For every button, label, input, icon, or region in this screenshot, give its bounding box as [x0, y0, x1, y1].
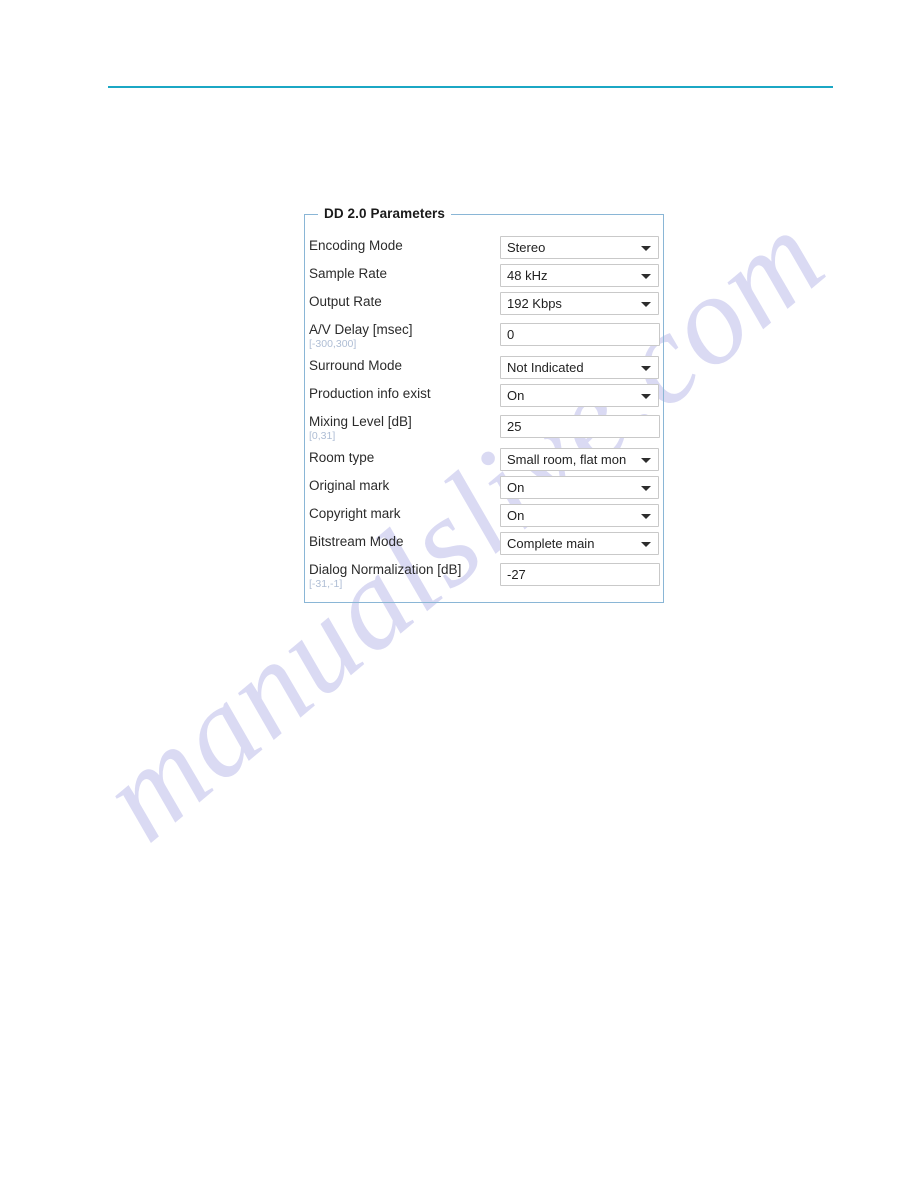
value-sample-rate: 48 kHz: [507, 268, 548, 283]
select-production-info-exist[interactable]: On: [500, 384, 659, 407]
range-hint-av-delay: [-300,300]: [309, 338, 357, 350]
select-encoding-mode[interactable]: Stereo: [500, 236, 659, 259]
chevron-down-icon[interactable]: [641, 302, 651, 307]
input-dialog-normalization[interactable]: -27: [500, 563, 660, 586]
range-hint-mixing-level: [0,31]: [309, 430, 336, 442]
value-dialog-normalization: -27: [507, 567, 526, 582]
parameter-row-output-rate: Output Rate 192 Kbps: [305, 292, 663, 321]
label-bitstream-mode: Bitstream Mode: [309, 534, 404, 549]
chevron-down-icon[interactable]: [641, 274, 651, 279]
value-output-rate: 192 Kbps: [507, 296, 562, 311]
label-dialog-normalization: Dialog Normalization [dB]: [309, 562, 462, 577]
label-output-rate: Output Rate: [309, 294, 382, 309]
parameter-row-encoding-mode: Encoding Mode Stereo: [305, 236, 663, 265]
chevron-down-icon[interactable]: [641, 542, 651, 547]
value-production-info-exist: On: [507, 388, 525, 403]
parameter-row-copyright-mark: Copyright mark On: [305, 504, 663, 533]
label-copyright-mark: Copyright mark: [309, 506, 401, 521]
label-encoding-mode: Encoding Mode: [309, 238, 403, 253]
panel-legend: DD 2.0 Parameters: [318, 206, 452, 221]
select-sample-rate[interactable]: 48 kHz: [500, 264, 659, 287]
chevron-down-icon[interactable]: [641, 366, 651, 371]
input-av-delay[interactable]: 0: [500, 323, 660, 346]
dd-parameters-panel: DD 2.0 Parameters Encoding Mode Stereo Sam…: [304, 206, 664, 603]
label-production-info-exist: Production info exist: [309, 386, 431, 401]
label-room-type: Room type: [309, 450, 375, 465]
value-copyright-mark: On: [507, 508, 525, 523]
label-sample-rate: Sample Rate: [309, 266, 388, 281]
value-room-type: Small room, flat mon: [507, 452, 627, 467]
select-room-type[interactable]: Small room, flat mon: [500, 448, 659, 471]
select-copyright-mark[interactable]: On: [500, 504, 659, 527]
chevron-down-icon[interactable]: [641, 514, 651, 519]
select-surround-mode[interactable]: Not Indicated: [500, 356, 659, 379]
value-mixing-level: 25: [507, 419, 522, 434]
select-bitstream-mode[interactable]: Complete main: [500, 532, 659, 555]
value-av-delay: 0: [507, 327, 515, 342]
header-rule: [108, 86, 833, 88]
label-av-delay: A/V Delay [msec]: [309, 322, 413, 337]
select-output-rate[interactable]: 192 Kbps: [500, 292, 659, 315]
value-bitstream-mode: Complete main: [507, 536, 595, 551]
parameter-row-bitstream-mode: Bitstream Mode Complete main: [305, 532, 663, 561]
chevron-down-icon[interactable]: [641, 486, 651, 491]
chevron-down-icon[interactable]: [641, 246, 651, 251]
parameter-row-original-mark: Original mark On: [305, 476, 663, 505]
value-encoding-mode: Stereo: [507, 240, 546, 255]
parameter-row-av-delay: A/V Delay [msec] [-300,300] 0: [305, 321, 663, 350]
value-surround-mode: Not Indicated: [507, 360, 584, 375]
input-mixing-level[interactable]: 25: [500, 415, 660, 438]
label-original-mark: Original mark: [309, 478, 390, 493]
chevron-down-icon[interactable]: [641, 394, 651, 399]
chevron-down-icon[interactable]: [641, 458, 651, 463]
range-hint-dialog-normalization: [-31,-1]: [309, 578, 343, 590]
label-surround-mode: Surround Mode: [309, 358, 403, 373]
parameter-row-production-info-exist: Production info exist On: [305, 384, 663, 413]
value-original-mark: On: [507, 480, 525, 495]
label-mixing-level: Mixing Level [dB]: [309, 414, 412, 429]
parameter-row-room-type: Room type Small room, flat mon: [305, 448, 663, 477]
parameter-row-dialog-normalization: Dialog Normalization [dB] [-31,-1] -27: [305, 561, 663, 590]
select-original-mark[interactable]: On: [500, 476, 659, 499]
parameter-row-sample-rate: Sample Rate 48 kHz: [305, 264, 663, 293]
parameter-row-surround-mode: Surround Mode Not Indicated: [305, 356, 663, 385]
parameter-row-mixing-level: Mixing Level [dB] [0,31] 25: [305, 413, 663, 442]
